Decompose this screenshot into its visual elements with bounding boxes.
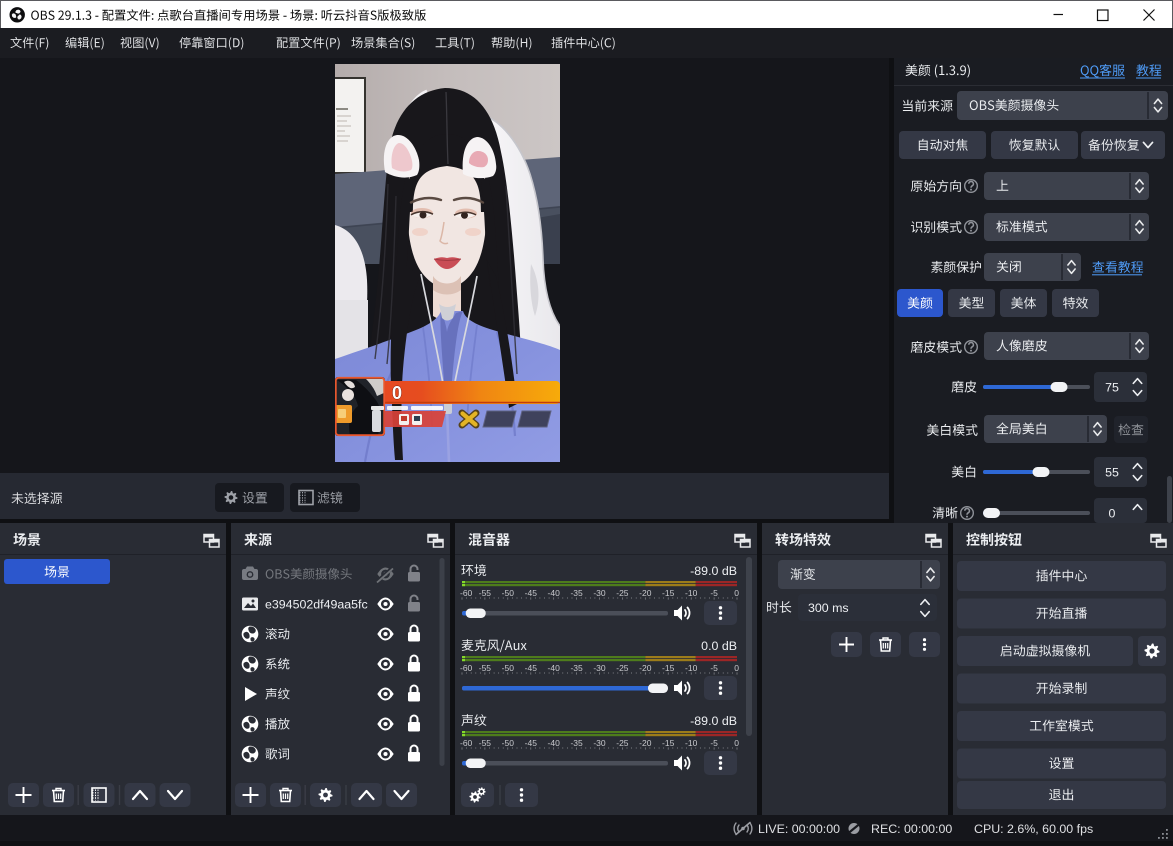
svg-text:CPU: 2.6%, 60.00 fps: CPU: 2.6%, 60.00 fps <box>974 822 1093 836</box>
svg-text:-15: -15 <box>662 663 675 673</box>
svg-text:-60: -60 <box>460 588 473 598</box>
svg-text:-30: -30 <box>593 588 606 598</box>
svg-text:-5: -5 <box>710 738 718 748</box>
svg-text:e394502df49aa5fc: e394502df49aa5fc <box>265 598 368 612</box>
svg-text:-30: -30 <box>593 738 606 748</box>
svg-text:-15: -15 <box>662 738 675 748</box>
svg-text:75: 75 <box>1105 381 1119 395</box>
svg-text:-35: -35 <box>570 588 583 598</box>
svg-text:-89.0 dB: -89.0 dB <box>690 564 737 578</box>
svg-text:-15: -15 <box>662 588 675 598</box>
svg-text:-55: -55 <box>479 663 492 673</box>
svg-text:-5: -5 <box>710 588 718 598</box>
svg-text:-35: -35 <box>570 738 583 748</box>
svg-text:-40: -40 <box>548 588 561 598</box>
svg-text:-10: -10 <box>685 588 698 598</box>
svg-text:0: 0 <box>392 383 402 403</box>
svg-text:0: 0 <box>1109 507 1116 521</box>
svg-text:-50: -50 <box>502 663 515 673</box>
svg-text:-20: -20 <box>639 588 652 598</box>
svg-text:-45: -45 <box>525 588 538 598</box>
svg-text:300 ms: 300 ms <box>808 601 849 615</box>
svg-text:-20: -20 <box>639 663 652 673</box>
svg-text:-55: -55 <box>479 738 492 748</box>
svg-text:-50: -50 <box>502 588 515 598</box>
svg-text:-25: -25 <box>616 663 629 673</box>
svg-text:-50: -50 <box>502 738 515 748</box>
svg-text:0: 0 <box>734 663 739 673</box>
svg-text:-25: -25 <box>616 588 629 598</box>
svg-text:-60: -60 <box>460 738 473 748</box>
svg-text:LIVE: 00:00:00: LIVE: 00:00:00 <box>758 822 840 836</box>
svg-text:-5: -5 <box>710 663 718 673</box>
svg-text:-35: -35 <box>570 663 583 673</box>
svg-text:-10: -10 <box>685 663 698 673</box>
svg-text:0: 0 <box>734 588 739 598</box>
svg-text:0: 0 <box>734 738 739 748</box>
svg-text:-45: -45 <box>525 738 538 748</box>
svg-text:-40: -40 <box>548 663 561 673</box>
svg-text:-89.0 dB: -89.0 dB <box>690 714 737 728</box>
svg-text:REC: 00:00:00: REC: 00:00:00 <box>871 822 952 836</box>
svg-text:-25: -25 <box>616 738 629 748</box>
svg-text:-45: -45 <box>525 663 538 673</box>
svg-text:-20: -20 <box>639 738 652 748</box>
svg-text:0.0 dB: 0.0 dB <box>701 639 737 653</box>
svg-text:-10: -10 <box>685 738 698 748</box>
svg-text:-30: -30 <box>593 663 606 673</box>
svg-text:-40: -40 <box>548 738 561 748</box>
svg-text:-55: -55 <box>479 588 492 598</box>
svg-text:-60: -60 <box>460 663 473 673</box>
svg-text:55: 55 <box>1105 466 1119 480</box>
